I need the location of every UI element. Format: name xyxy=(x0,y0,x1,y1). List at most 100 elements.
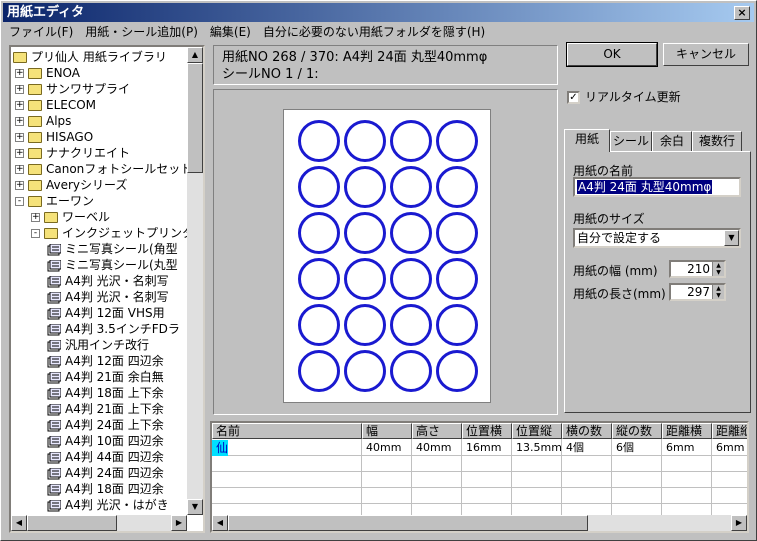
grid-header-cell[interactable]: 横の数 xyxy=(562,423,612,439)
tree-item-folder[interactable]: + HISAGO xyxy=(15,129,93,145)
grid-cell[interactable]: 6mm xyxy=(662,440,712,456)
tree-scroll-thumb[interactable] xyxy=(187,63,203,173)
tree-item-folder[interactable]: プリ仙人 用紙ライブラリ xyxy=(13,49,167,65)
tree-item-label: A4判 24面 上下余 xyxy=(65,418,164,432)
expand-icon[interactable]: + xyxy=(15,69,24,78)
grid-header-cell[interactable]: 位置縦 xyxy=(512,423,562,439)
grid-scroll-right-button[interactable]: ▶ xyxy=(731,515,747,531)
tree-item-paper[interactable]: ミニ写真シール(丸型 xyxy=(47,257,178,273)
menu-file[interactable]: ファイル(F) xyxy=(3,23,79,41)
tab-paper[interactable]: 用紙 xyxy=(564,129,610,152)
grid-header-cell[interactable]: 高さ xyxy=(412,423,462,439)
tree-item-folder[interactable]: + サンワサプライ xyxy=(15,81,130,97)
seal-circle xyxy=(344,212,386,254)
ok-button[interactable]: OK xyxy=(566,42,658,67)
tree-item-folder[interactable]: + Alps xyxy=(15,113,71,129)
grid-cell[interactable]: 6mm xyxy=(712,440,747,456)
expand-icon[interactable]: + xyxy=(15,85,24,94)
grid-header-cell[interactable]: 幅 xyxy=(362,423,412,439)
tree-vertical-scrollbar[interactable]: ▲ ▼ xyxy=(187,47,203,515)
tree-item-folder[interactable]: + ワーベル xyxy=(31,209,110,225)
width-spinner-icon[interactable]: ▲ ▼ xyxy=(712,262,724,276)
paper-library-tree[interactable]: プリ仙人 用紙ライブラリ + ENOA + サンワサプライ + ELECOM + Alps + HI… xyxy=(9,45,205,533)
expand-icon[interactable]: + xyxy=(15,149,24,158)
paper-length-input[interactable]: 297 ▲ ▼ xyxy=(669,283,726,301)
grid-cell[interactable]: 13.5mm xyxy=(512,440,562,456)
tree-item-folder[interactable]: - エーワン xyxy=(15,193,94,209)
tree-item-paper[interactable]: A4判 光沢・名刺写 xyxy=(47,289,169,305)
tree-hscroll-thumb[interactable] xyxy=(27,515,117,531)
tree-scroll-down-button[interactable]: ▼ xyxy=(187,499,203,515)
tree-scroll-up-button[interactable]: ▲ xyxy=(187,47,203,63)
paper-size-select[interactable]: 自分で設定する ▼ xyxy=(573,228,741,248)
tree-item-paper[interactable]: A4判 21面 余白無 xyxy=(47,369,164,385)
grid-header-cell[interactable]: 距離横 xyxy=(662,423,712,439)
tree-item-paper[interactable]: A4判 24面 上下余 xyxy=(47,417,164,433)
expand-icon[interactable]: + xyxy=(15,133,24,142)
grid-header-cell[interactable]: 位置横 xyxy=(462,423,512,439)
tree-scroll-left-button[interactable]: ◀ xyxy=(11,515,27,531)
close-button[interactable]: × xyxy=(734,6,750,20)
tree-item-folder[interactable]: + Canonフォトシールセット xyxy=(15,161,192,177)
menu-edit[interactable]: 編集(E) xyxy=(204,23,257,41)
cancel-button[interactable]: キャンセル xyxy=(663,43,749,66)
tree-item-folder[interactable]: + ELECOM xyxy=(15,97,96,113)
tree-item-paper[interactable]: A4判 44面 四辺余 xyxy=(47,449,164,465)
paper-info-panel: 用紙NO 268 / 370: A4判 24面 丸型40mmφ シールNO 1 … xyxy=(213,45,558,85)
tree-item-paper[interactable]: A4判 光沢・はがき xyxy=(47,497,169,513)
length-spinner-icon[interactable]: ▲ ▼ xyxy=(712,285,724,299)
tree-item-paper[interactable]: A4判 12面 VHS用 xyxy=(47,305,165,321)
grid-cell[interactable]: 6個 xyxy=(612,440,662,456)
expand-icon[interactable]: + xyxy=(31,213,40,222)
grid-cell[interactable]: 40mm xyxy=(412,440,462,456)
grid-header-cell[interactable]: 距離縦 xyxy=(712,423,747,439)
tab-multiline[interactable]: 複数行 xyxy=(692,131,742,151)
tree-item-paper[interactable]: A4判 24面 四辺余 xyxy=(47,465,164,481)
tree-item-paper[interactable]: A4判 21面 上下余 xyxy=(47,401,164,417)
tree-item-paper[interactable]: 汎用インチ改行 xyxy=(47,337,149,353)
tree-item-paper[interactable]: ミニ写真シール(角型 xyxy=(47,241,178,257)
menu-hide-folders[interactable]: 自分に必要のない用紙フォルダを隠す(H) xyxy=(257,23,491,41)
expand-icon[interactable]: + xyxy=(15,101,24,110)
tab-seal[interactable]: シール xyxy=(610,131,652,151)
seal-circle xyxy=(298,120,340,162)
tree-item-paper[interactable]: A4判 12面 四辺余 xyxy=(47,353,164,369)
menu-add-paper[interactable]: 用紙・シール追加(P) xyxy=(79,23,204,41)
tree-item-folder[interactable]: + ENOA xyxy=(15,65,80,81)
tree-item-folder[interactable]: + Averyシリーズ xyxy=(15,177,127,193)
tree-scroll-right-button[interactable]: ▶ xyxy=(171,515,187,531)
paper-width-input[interactable]: 210 ▲ ▼ xyxy=(669,260,726,278)
grid-cell[interactable]: 4個 xyxy=(562,440,612,456)
chevron-down-icon[interactable]: ▼ xyxy=(724,230,739,246)
tab-margin[interactable]: 余白 xyxy=(652,131,692,151)
tree-item-folder[interactable]: - インクジェットプリンタラベ xyxy=(31,225,203,241)
tree-horizontal-scrollbar[interactable]: ◀ ▶ xyxy=(11,515,187,531)
paper-doc-icon xyxy=(47,323,62,336)
paper-doc-icon xyxy=(47,467,62,480)
expand-icon[interactable]: + xyxy=(15,117,24,126)
expand-icon[interactable]: + xyxy=(15,181,24,190)
paper-doc-icon xyxy=(47,419,62,432)
grid-cell[interactable]: 16mm xyxy=(462,440,512,456)
paper-sheet-preview[interactable] xyxy=(283,109,491,403)
grid-horizontal-scrollbar[interactable]: ◀ ▶ xyxy=(212,515,747,531)
collapse-icon[interactable]: - xyxy=(31,229,40,238)
grid-hscroll-thumb[interactable] xyxy=(228,515,588,531)
tree-item-paper[interactable]: A4判 18面 四辺余 xyxy=(47,481,164,497)
grid-cell[interactable]: 40mm xyxy=(362,440,412,456)
collapse-icon[interactable]: - xyxy=(15,197,24,206)
tree-item-paper[interactable]: A4判 10面 四辺余 xyxy=(47,433,164,449)
realtime-checkbox[interactable]: ✓ xyxy=(567,91,580,104)
expand-icon[interactable]: + xyxy=(15,165,24,174)
tree-item-folder[interactable]: + ナナクリエイト xyxy=(15,145,130,161)
folder-icon xyxy=(28,132,42,143)
grid-header-cell[interactable]: 名前 xyxy=(212,423,362,439)
grid-scroll-left-button[interactable]: ◀ xyxy=(212,515,228,531)
grid-cell[interactable]: 仙 xyxy=(212,440,362,456)
folder-icon xyxy=(28,164,42,175)
tree-item-paper[interactable]: A4判 18面 上下余 xyxy=(47,385,164,401)
paper-name-field[interactable]: A4判 24面 丸型40mmφ xyxy=(573,177,741,197)
tree-item-paper[interactable]: A4判 3.5インチFDラ xyxy=(47,321,180,337)
grid-header-cell[interactable]: 縦の数 xyxy=(612,423,662,439)
tree-item-paper[interactable]: A4判 光沢・名刺写 xyxy=(47,273,169,289)
